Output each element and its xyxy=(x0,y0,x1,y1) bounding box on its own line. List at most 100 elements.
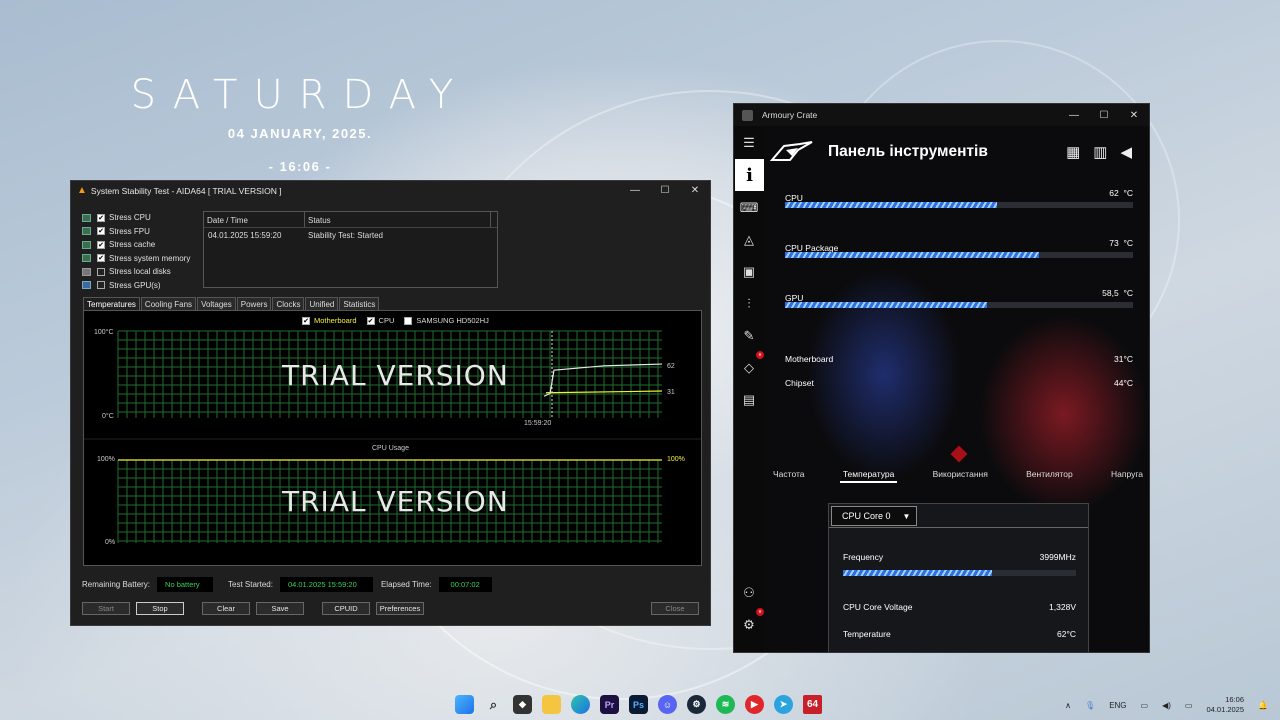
stress-cpu-checkbox[interactable]: ✔ xyxy=(97,213,105,222)
aida64-icon[interactable]: 64 xyxy=(803,695,822,714)
spotify-icon[interactable]: ≋ xyxy=(716,695,735,714)
cpuid-button[interactable]: CPUID xyxy=(322,602,370,615)
stress-disks-label: Stress local disks xyxy=(109,267,171,277)
tab-cooling-fans[interactable]: Cooling Fans xyxy=(140,297,197,311)
battery-icon[interactable]: ▭ xyxy=(1185,701,1193,710)
gamevisual-icon[interactable]: ▣ xyxy=(738,261,760,283)
tools-icon[interactable]: ✎ xyxy=(738,325,760,347)
chipset-reading: Chipset 44°C xyxy=(785,378,1133,388)
report-icon[interactable]: ▦ xyxy=(1066,143,1080,161)
cpu-core-select[interactable]: CPU Core 0 ▼ xyxy=(831,506,917,526)
tab-voltages[interactable]: Voltages xyxy=(197,297,236,311)
usage-value: 100% xyxy=(667,456,685,463)
temp-y-top: 100°C xyxy=(94,329,114,336)
minimize-button[interactable]: — xyxy=(620,185,650,196)
save-button[interactable]: Save xyxy=(256,602,304,615)
chevron-up-icon[interactable]: ∧ xyxy=(1065,701,1071,710)
stress-gpu-checkbox[interactable] xyxy=(97,281,105,290)
voltage-row: CPU Core Voltage 1,328V xyxy=(843,602,1076,612)
close-button[interactable]: ✕ xyxy=(1119,110,1149,121)
steam-icon[interactable]: ⚙ xyxy=(687,695,706,714)
stress-gpu-option[interactable]: Stress GPU(s) xyxy=(82,279,190,293)
photoshop-icon[interactable]: Ps xyxy=(629,695,648,714)
tab-powers[interactable]: Powers xyxy=(236,297,272,311)
stress-memory-checkbox[interactable]: ✔ xyxy=(97,254,105,263)
search-icon[interactable]: ⌕ xyxy=(484,695,503,714)
maximize-button[interactable]: ☐ xyxy=(1089,110,1119,121)
log-datetime: 04.01.2025 15:59:20 xyxy=(208,231,282,240)
tab-voltage[interactable]: Напруга xyxy=(1108,467,1146,483)
tab-unified[interactable]: Unified xyxy=(305,297,339,311)
edge-icon[interactable] xyxy=(571,695,590,714)
deals-tag-icon[interactable]: ◇ xyxy=(738,357,760,379)
preferences-button[interactable]: Preferences xyxy=(376,602,424,615)
log-header-datetime[interactable]: Date / Time xyxy=(204,212,305,227)
tab-clocks[interactable]: Clocks xyxy=(272,297,305,311)
close-button[interactable]: ✕ xyxy=(680,185,710,196)
network-icon[interactable]: ▭ xyxy=(1141,701,1149,710)
minimize-button[interactable]: — xyxy=(1059,110,1089,121)
temp-y-bottom: 0°C xyxy=(102,413,114,420)
notification-bell-icon[interactable]: 🔔 xyxy=(1258,701,1268,710)
clear-button[interactable]: Clear xyxy=(202,602,250,615)
tab-statistics[interactable]: Statistics xyxy=(339,297,380,311)
file-explorer-icon[interactable] xyxy=(542,695,561,714)
aida-titlebar[interactable]: ▲ System Stability Test - AIDA64 [ TRIAL… xyxy=(71,181,710,200)
tab-temperature[interactable]: Температура xyxy=(839,467,898,483)
windows-start-icon[interactable] xyxy=(455,695,474,714)
start-button[interactable]: Start xyxy=(82,602,130,615)
tuning-sliders-icon[interactable]: ⫶ xyxy=(738,293,760,315)
cpu-icon xyxy=(82,213,91,222)
language-indicator[interactable]: ENG xyxy=(1109,701,1126,710)
stress-cache-checkbox[interactable]: ✔ xyxy=(97,240,105,249)
armoury-titlebar[interactable]: Armoury Crate — ☐ ✕ xyxy=(734,104,1149,126)
tray-clock[interactable]: 16:06 04.01.2025 xyxy=(1206,695,1244,715)
tray-date: 04.01.2025 xyxy=(1206,705,1245,714)
armoury-crate-icon[interactable]: ◆ xyxy=(513,695,532,714)
memory-icon xyxy=(82,254,91,263)
info-dashboard-icon[interactable]: i xyxy=(735,159,764,191)
announcement-icon[interactable]: ◀ xyxy=(1120,143,1132,161)
user-center-icon[interactable]: ⚇ xyxy=(738,582,760,604)
tab-frequency[interactable]: Частота xyxy=(770,467,808,483)
armoury-crate-window: Armoury Crate — ☐ ✕ ☰ i ⌨ ◬ ▣ ⫶ ✎ ◇ н ▤ … xyxy=(733,103,1150,653)
stress-disks-checkbox[interactable] xyxy=(97,267,105,276)
youtube-music-icon[interactable]: ▶ xyxy=(745,695,764,714)
stress-fpu-option[interactable]: ✔ Stress FPU xyxy=(82,225,190,239)
settings-gear-icon[interactable]: ⚙ xyxy=(738,614,760,636)
news-icon[interactable]: ▤ xyxy=(738,389,760,411)
premiere-pro-icon[interactable]: Pr xyxy=(600,695,619,714)
battery-value: No battery xyxy=(157,577,214,592)
stress-memory-option[interactable]: ✔ Stress system memory xyxy=(82,252,190,266)
close-window-button[interactable]: Close xyxy=(651,602,699,615)
layout-icon[interactable]: ▥ xyxy=(1093,143,1107,161)
elapsed-value: 00:07:02 xyxy=(438,577,492,592)
panel-divider xyxy=(829,527,1088,528)
stress-cache-option[interactable]: ✔ Stress cache xyxy=(82,238,190,252)
cpu-core-panel: CPU Core 0 ▼ Frequency 3999MHz CPU Core … xyxy=(828,503,1089,652)
aura-lighting-icon[interactable]: ◬ xyxy=(738,229,760,251)
clock-day: SATURDAY xyxy=(130,72,470,118)
tab-usage[interactable]: Використання xyxy=(930,467,991,483)
frequency-row: Frequency 3999MHz xyxy=(843,552,1076,562)
elapsed-label: Elapsed Time: xyxy=(380,580,432,589)
volume-icon[interactable]: ◀) xyxy=(1162,701,1171,710)
stress-cpu-option[interactable]: ✔ Stress CPU xyxy=(82,211,190,225)
tab-fan[interactable]: Вентилятор xyxy=(1023,467,1076,483)
armoury-header: Панель інструментів ▦ ▥ ◀ xyxy=(770,134,1146,170)
hamburger-menu-icon[interactable]: ☰ xyxy=(738,132,760,154)
armoury-tabs: Частота Температура Використання Вентиля… xyxy=(770,467,1146,483)
log-header-status[interactable]: Status xyxy=(305,212,491,227)
maximize-button[interactable]: ☐ xyxy=(650,185,680,196)
test-started-value: 04.01.2025 15:59:20 xyxy=(279,577,373,592)
stress-cache-label: Stress cache xyxy=(109,240,156,250)
tab-temperatures[interactable]: Temperatures xyxy=(83,297,140,311)
stress-disks-option[interactable]: Stress local disks xyxy=(82,265,190,279)
telegram-icon[interactable]: ➤ xyxy=(774,695,793,714)
stop-button[interactable]: Stop xyxy=(136,602,184,615)
microphone-icon[interactable]: 🎙 xyxy=(1085,701,1095,710)
aida-tabs: Temperatures Cooling Fans Voltages Power… xyxy=(83,297,380,311)
discord-icon[interactable]: ☺ xyxy=(658,695,677,714)
stress-fpu-checkbox[interactable]: ✔ xyxy=(97,227,105,236)
keyboard-icon[interactable]: ⌨ xyxy=(738,197,760,219)
